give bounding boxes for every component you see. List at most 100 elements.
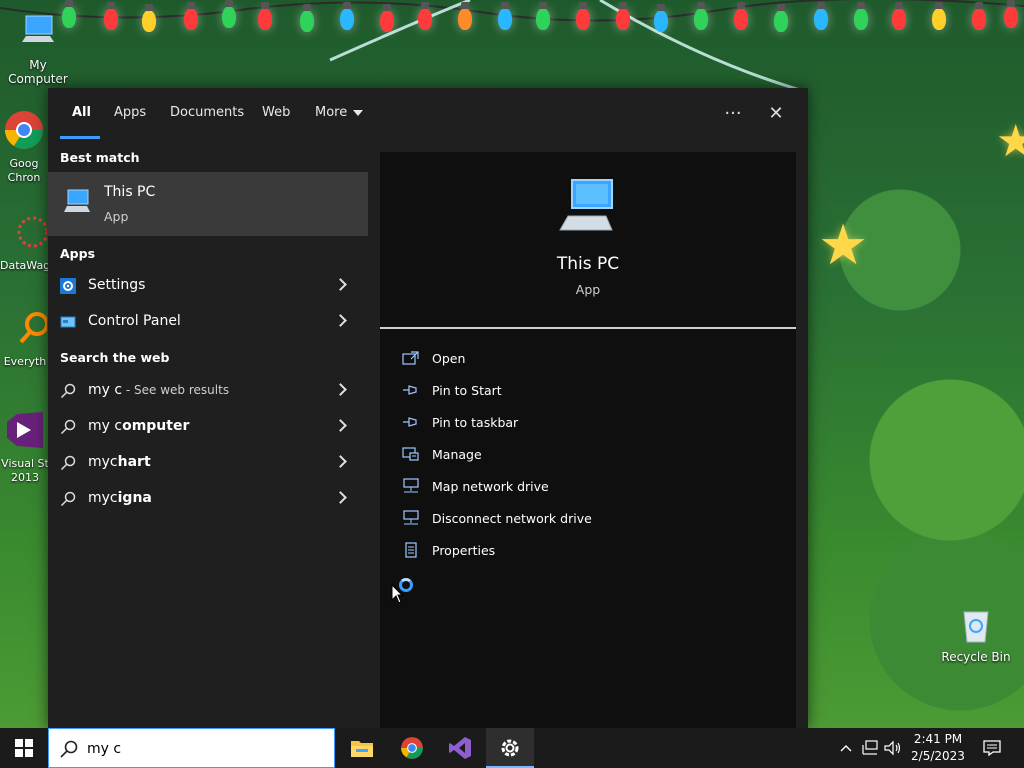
star-ornament: ★	[818, 213, 869, 278]
datawag-icon	[17, 216, 47, 248]
notification-icon	[983, 740, 1001, 756]
more-options-button[interactable]: ···	[718, 100, 748, 126]
show-hidden-icons-button[interactable]	[836, 738, 856, 758]
desktop-icon-my-computer[interactable]: My Computer	[0, 10, 76, 86]
tab-all[interactable]: All	[72, 105, 91, 120]
web-result-label: mycigna	[88, 490, 152, 506]
preview-divider	[380, 327, 796, 329]
light-bulb	[616, 2, 630, 30]
web-result-my-c[interactable]: my c - See web results	[48, 374, 368, 408]
light-bulb	[104, 2, 118, 30]
network-icon	[862, 740, 878, 755]
web-result-query: myc	[88, 454, 118, 470]
action-pin-to-start[interactable]: Pin to Start	[402, 377, 782, 405]
light-bulb	[380, 4, 394, 32]
desktop-icon-label: Everyth	[3, 355, 47, 368]
chevron-right-icon[interactable]	[334, 314, 347, 327]
taskbar-file-explorer[interactable]	[338, 728, 386, 768]
action-pin-to-taskbar[interactable]: Pin to taskbar	[402, 409, 782, 437]
network-drive-icon	[403, 478, 419, 493]
search-tabs-bar: All Apps Documents Web More ··· ✕	[48, 88, 808, 140]
tab-documents[interactable]: Documents	[170, 105, 244, 120]
clock-time: 2:41 PM	[913, 732, 963, 746]
clock-date: 2/5/2023	[911, 749, 965, 763]
close-button[interactable]: ✕	[761, 100, 791, 126]
light-bulb	[418, 2, 432, 30]
taskbar-chrome[interactable]	[388, 728, 436, 768]
chevron-right-icon[interactable]	[334, 455, 347, 468]
recycle-bin-icon	[963, 611, 989, 643]
web-result-hint: - See web results	[122, 383, 230, 397]
desktop-icon-chrome[interactable]: Goog Chron	[0, 108, 48, 184]
light-bulb	[142, 4, 156, 32]
best-match-item[interactable]: This PC App	[48, 172, 368, 236]
best-match-kind: App	[104, 209, 129, 224]
action-label: Map network drive	[432, 479, 549, 494]
app-result-settings[interactable]: Settings	[48, 269, 368, 303]
app-result-control-panel[interactable]: Control Panel	[48, 305, 368, 339]
desktop-icon-everything[interactable]: Everyth	[0, 306, 50, 368]
desktop-icon-recycle-bin[interactable]: Recycle Bin	[938, 602, 1014, 664]
action-label: Open	[432, 351, 466, 366]
network-tray-button[interactable]	[860, 738, 880, 758]
network-drive-icon	[403, 510, 419, 525]
light-bulb	[694, 2, 708, 30]
action-manage[interactable]: Manage	[402, 441, 782, 469]
web-result-label: mychart	[88, 454, 151, 470]
chrome-icon	[5, 111, 43, 149]
chevron-right-icon[interactable]	[334, 278, 347, 291]
best-match-title: This PC	[104, 184, 156, 200]
taskbar-visual-studio[interactable]	[436, 728, 484, 768]
web-result-mychart[interactable]: mychart	[48, 446, 368, 480]
action-center-button[interactable]	[982, 738, 1002, 758]
tab-more-label: More	[315, 105, 348, 120]
preview-title: This PC	[556, 254, 620, 274]
search-input[interactable]	[87, 738, 327, 760]
light-bulb	[932, 2, 946, 30]
star-ornament: ★	[996, 116, 1024, 167]
app-result-label: Control Panel	[88, 313, 181, 329]
pin-icon	[403, 385, 417, 395]
web-result-label: my c - See web results	[88, 382, 229, 398]
tab-web[interactable]: Web	[262, 105, 290, 120]
web-result-my-computer[interactable]: my computer	[48, 410, 368, 444]
tab-more[interactable]: More	[315, 105, 364, 120]
start-button[interactable]	[0, 728, 48, 768]
pin-icon	[403, 417, 417, 427]
desktop-icon-label: My Computer	[8, 58, 68, 86]
light-bulb	[654, 4, 668, 32]
desktop-icon-datawag[interactable]: DataWag	[0, 210, 50, 272]
search-icon	[60, 491, 76, 507]
tab-apps[interactable]: Apps	[114, 105, 146, 120]
chevron-right-icon[interactable]	[334, 383, 347, 396]
this-pc-large-icon	[559, 179, 613, 231]
desktop-icon-label: Goog Chron	[7, 157, 41, 184]
desktop-icon-label: Visual St 2013	[1, 457, 49, 484]
action-map-network-drive[interactable]: Map network drive	[402, 473, 782, 501]
taskbar-settings[interactable]	[486, 728, 534, 768]
chevron-right-icon[interactable]	[334, 491, 347, 504]
action-label: Manage	[432, 447, 482, 462]
desktop-icon-label: Recycle Bin	[941, 650, 1011, 664]
active-tab-indicator	[60, 136, 100, 139]
action-disconnect-network-drive[interactable]: Disconnect network drive	[402, 505, 782, 533]
chevron-up-icon	[840, 745, 852, 752]
taskbar: 2:41 PM 2/5/2023	[0, 728, 1024, 768]
action-properties[interactable]: Properties	[402, 537, 782, 565]
light-bulb	[340, 2, 354, 30]
manage-icon	[402, 447, 419, 461]
windows-logo-icon	[15, 739, 33, 757]
light-bulb	[576, 2, 590, 30]
gear-icon	[60, 278, 76, 294]
search-icon	[60, 455, 76, 471]
action-label: Pin to taskbar	[432, 415, 519, 430]
section-best-match: Best match	[60, 150, 140, 165]
taskbar-clock[interactable]: 2:41 PM 2/5/2023	[900, 731, 976, 765]
light-bulb	[774, 4, 788, 32]
desktop-icon-visual-studio[interactable]: Visual St 2013	[0, 408, 50, 484]
web-result-mycigna[interactable]: mycigna	[48, 482, 368, 516]
chevron-right-icon[interactable]	[334, 419, 347, 432]
action-open[interactable]: Open	[402, 345, 782, 373]
chrome-icon	[401, 737, 423, 759]
taskbar-search-box[interactable]	[48, 728, 335, 768]
